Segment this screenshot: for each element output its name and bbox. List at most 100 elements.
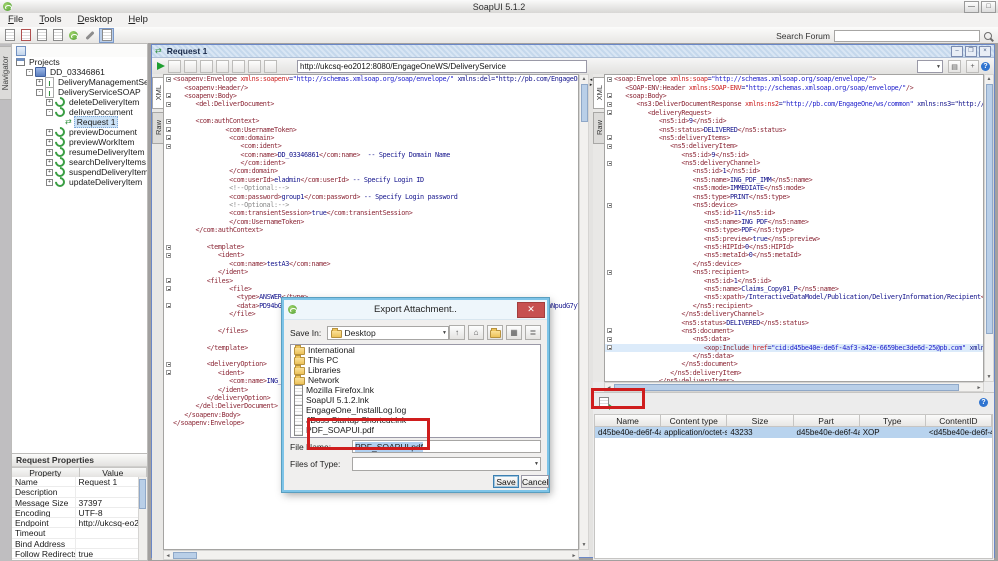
workspace-icon[interactable] xyxy=(16,46,26,56)
fold-marker-icon[interactable] xyxy=(607,144,612,149)
new-folder-icon[interactable] xyxy=(487,325,503,340)
request-horizontal-scrollbar[interactable]: ◄ ► xyxy=(163,550,579,560)
expander-icon[interactable]: - xyxy=(26,69,33,76)
minimize-button[interactable]: — xyxy=(964,1,979,13)
file-list-item[interactable]: Libraries xyxy=(291,365,540,375)
property-row[interactable]: Bind Address xyxy=(12,539,139,549)
fold-marker-icon[interactable] xyxy=(607,77,612,82)
fold-marker-icon[interactable] xyxy=(166,362,171,367)
save-all-projects-icon[interactable] xyxy=(51,29,64,42)
tree-root-projects[interactable]: Projects xyxy=(12,57,147,67)
fold-marker-icon[interactable] xyxy=(607,203,612,208)
file-list-item[interactable]: This PC xyxy=(291,355,540,365)
save-button[interactable]: Save xyxy=(493,475,519,488)
add-to-mockservice-icon[interactable] xyxy=(184,60,197,73)
tree-item-updatedeliveryitem[interactable]: +updateDeliveryItem xyxy=(12,177,147,187)
layout-icon[interactable]: ▤ xyxy=(948,60,961,73)
tree-item-suspenddeliveryitem[interactable]: +suspendDeliveryItem xyxy=(12,167,147,177)
expander-icon[interactable]: + xyxy=(46,169,53,176)
fold-marker-icon[interactable] xyxy=(166,119,171,124)
property-row[interactable]: Timeout xyxy=(12,528,139,538)
expander-icon[interactable]: + xyxy=(46,129,53,136)
fold-marker-icon[interactable] xyxy=(166,253,171,258)
file-list-item[interactable]: Mozilla Firefox.lnk xyxy=(291,385,540,395)
tree-item-previewworkitem[interactable]: +previewWorkItem xyxy=(12,137,147,147)
tree-item-previewdocument[interactable]: +previewDocument xyxy=(12,127,147,137)
attachments-help-icon[interactable]: ? xyxy=(979,398,988,407)
fold-marker-icon[interactable] xyxy=(607,345,612,350)
fold-marker-icon[interactable] xyxy=(166,93,171,98)
tree-item-dd_03346861[interactable]: -DD_03346861 xyxy=(12,67,147,77)
property-row[interactable]: EncodingUTF-8 xyxy=(12,508,139,518)
new-workspace-icon[interactable] xyxy=(3,29,16,42)
fold-marker-icon[interactable] xyxy=(166,245,171,250)
request-restore-button[interactable]: ❒ xyxy=(965,46,977,57)
properties-scrollbar[interactable] xyxy=(138,477,147,560)
file-list-item[interactable]: EngageOne_InstallLog.log xyxy=(291,405,540,415)
expander-icon[interactable]: - xyxy=(46,109,53,116)
maximize-button[interactable]: □ xyxy=(981,1,996,13)
menu-desktop[interactable]: Desktop xyxy=(70,13,121,27)
property-row[interactable]: Message Size37397 xyxy=(12,498,139,508)
search-forum-input[interactable] xyxy=(834,30,980,42)
property-row[interactable]: NameRequest 1 xyxy=(12,477,139,487)
fold-marker-icon[interactable] xyxy=(166,303,171,308)
fold-marker-icon[interactable] xyxy=(166,144,171,149)
cancel-button[interactable]: Cancel xyxy=(521,475,549,488)
attachments-col-content-type[interactable]: Content type xyxy=(661,415,727,427)
tree-item-deletedeliveryitem[interactable]: +deleteDeliveryItem xyxy=(12,97,147,107)
up-folder-icon[interactable]: ↑ xyxy=(449,325,465,340)
request-minimize-button[interactable]: – xyxy=(951,46,963,57)
help-icon[interactable]: ? xyxy=(981,62,990,71)
add-assertion-icon[interactable] xyxy=(248,60,261,73)
response-xml-editor[interactable]: <soap:Envelope xmlns:soap="http://schema… xyxy=(604,74,984,382)
menu-help[interactable]: Help xyxy=(120,13,156,27)
tree-item-deliverymanagementservicesoap[interactable]: +DeliveryManagementServiceSOAP xyxy=(12,77,147,87)
menu-tools[interactable]: Tools xyxy=(31,13,69,27)
clone-request-icon[interactable] xyxy=(216,60,229,73)
copy-project-icon[interactable] xyxy=(35,29,48,42)
fold-marker-icon[interactable] xyxy=(166,370,171,375)
add-to-testcase-icon[interactable] xyxy=(168,60,181,73)
tree-item-resumedeliveryitem[interactable]: +resumeDeliveryItem xyxy=(12,147,147,157)
expander-icon[interactable]: + xyxy=(36,79,43,86)
file-list-item[interactable]: International xyxy=(291,345,540,355)
dialog-close-button[interactable]: ✕ xyxy=(517,302,545,318)
file-list-item[interactable]: Network xyxy=(291,375,540,385)
fold-marker-icon[interactable] xyxy=(166,102,171,107)
save-in-combo[interactable]: Desktop ▼ xyxy=(327,326,449,340)
file-list-item[interactable]: SoapUI 5.1.2.lnk xyxy=(291,395,540,405)
expander-icon[interactable]: + xyxy=(46,99,53,106)
attachments-col-part[interactable]: Part xyxy=(794,415,860,427)
attachments-col-contentid[interactable]: ContentID xyxy=(926,415,992,427)
request-window-titlebar[interactable]: Request 1 – ❒ × xyxy=(152,45,994,58)
expander-icon[interactable]: + xyxy=(46,159,53,166)
menu-file[interactable]: File xyxy=(0,13,31,27)
fold-marker-icon[interactable] xyxy=(166,135,171,140)
search-icon[interactable] xyxy=(984,32,992,40)
home-icon[interactable]: ⌂ xyxy=(468,325,484,340)
attachment-row[interactable]: d45be40e-de6f-4af3-...application/octet-… xyxy=(595,427,992,438)
fold-marker-icon[interactable] xyxy=(607,93,612,98)
add-endpoint-icon[interactable]: + xyxy=(966,60,979,73)
fold-marker-icon[interactable] xyxy=(166,278,171,283)
fold-marker-icon[interactable] xyxy=(607,337,612,342)
fold-marker-icon[interactable] xyxy=(607,161,612,166)
fold-marker-icon[interactable] xyxy=(607,328,612,333)
expander-icon[interactable]: + xyxy=(46,149,53,156)
attachments-col-type[interactable]: Type xyxy=(860,415,926,427)
proxy-toggle-icon[interactable] xyxy=(99,28,114,43)
preferences-icon[interactable] xyxy=(83,29,96,42)
submit-request-icon[interactable] xyxy=(157,62,165,70)
attachments-col-size[interactable]: Size xyxy=(727,415,793,427)
fold-marker-icon[interactable] xyxy=(607,102,612,107)
expander-icon[interactable]: - xyxy=(36,89,43,96)
soapui-home-icon[interactable] xyxy=(67,29,80,42)
property-row[interactable]: Description xyxy=(12,487,139,497)
tree-item-request-1[interactable]: Request 1 xyxy=(12,117,147,127)
expander-icon[interactable]: + xyxy=(46,179,53,186)
property-row[interactable]: Username xyxy=(12,559,139,560)
tree-item-searchdeliveryitems[interactable]: +searchDeliveryItems xyxy=(12,157,147,167)
fold-marker-icon[interactable] xyxy=(166,77,171,82)
response-vertical-scrollbar[interactable]: ▲ ▼ xyxy=(984,74,994,382)
